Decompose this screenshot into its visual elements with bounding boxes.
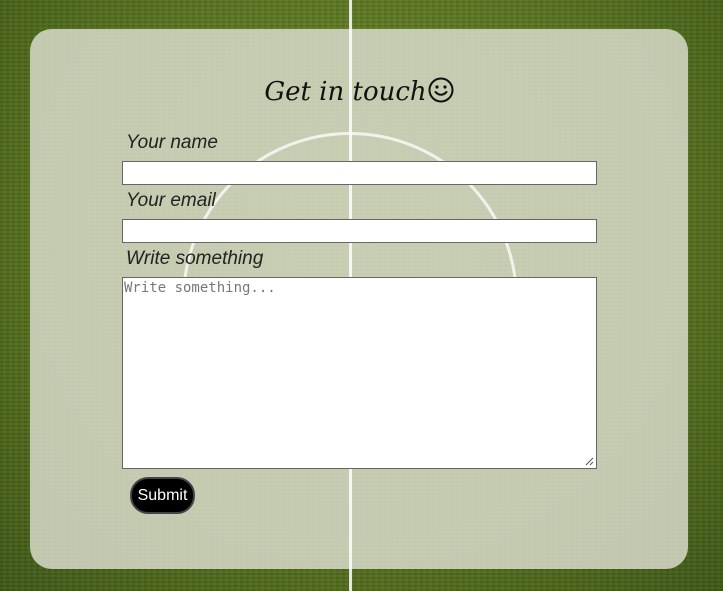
message-label: Write something: [126, 248, 264, 269]
contact-card: Get in touch Your name Your email Write …: [30, 29, 688, 569]
email-input[interactable]: [122, 219, 597, 243]
name-label: Your name: [126, 132, 218, 153]
submit-button[interactable]: Submit: [130, 477, 195, 514]
smiley-face-icon: [428, 77, 454, 103]
form-title: Get in touch: [30, 77, 688, 107]
resize-grip-icon[interactable]: [584, 456, 594, 466]
message-textarea[interactable]: [122, 277, 597, 469]
email-label: Your email: [126, 190, 216, 211]
form-title-text: Get in touch: [264, 77, 427, 107]
name-input[interactable]: [122, 161, 597, 185]
